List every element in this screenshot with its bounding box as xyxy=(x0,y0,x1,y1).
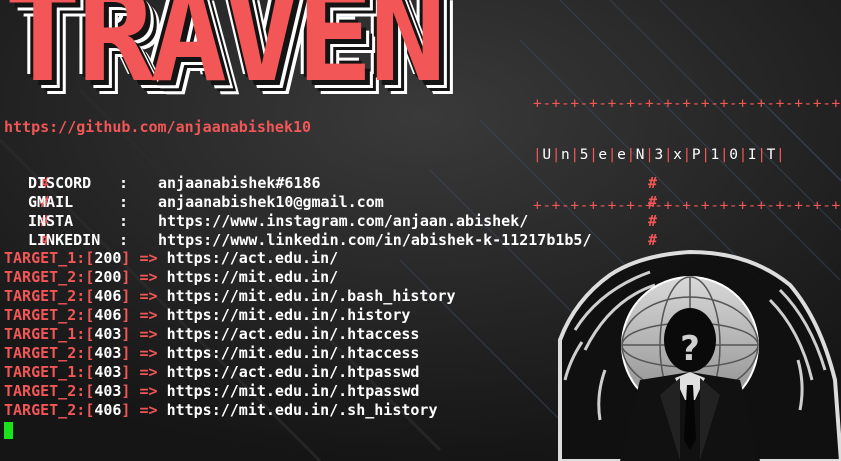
subtitle-text: |U|n|5|e|e|N|3|x|P|1|0|I|T| xyxy=(533,147,786,163)
ascii-banner: TRAVEN xyxy=(4,0,524,111)
subtitle-border-bottom: +-+-+-+-+-+-+-+-+-+-+-+-+-+-+-+-+-+ xyxy=(533,198,841,214)
result-line: TARGET_2:[406] => https://mit.edu.in/.sh… xyxy=(4,401,438,419)
result-line: TARGET_2:[403] => https://mit.edu.in/.ht… xyxy=(4,344,420,362)
subtitle-box: +-+-+-+-+-+-+-+-+-+-+-+-+-+-+-+-+-+ |U|n… xyxy=(533,62,841,249)
result-line: TARGET_2:[200] => https://mit.edu.in/ xyxy=(4,268,339,286)
terminal-cursor[interactable] xyxy=(4,422,13,439)
result-line: TARGET_2:[403] => https://mit.edu.in/.ht… xyxy=(4,382,420,400)
result-line: TARGET_1:[200] => https://act.edu.in/ xyxy=(4,249,339,267)
github-url: https://github.com/anjaanabishek10 xyxy=(4,118,312,136)
subtitle-border-top: +-+-+-+-+-+-+-+-+-+-+-+-+-+-+-+-+-+ xyxy=(533,96,841,112)
result-line: TARGET_1:[403] => https://act.edu.in/.ht… xyxy=(4,325,420,343)
result-line: TARGET_2:[406] => https://mit.edu.in/.ba… xyxy=(4,287,456,305)
terminal-window[interactable]: TRAVEN +-+-+-+-+-+-+-+-+-+-+-+-+-+-+-+-+… xyxy=(0,0,841,461)
result-line: TARGET_1:[403] => https://act.edu.in/.ht… xyxy=(4,363,420,381)
result-line: TARGET_2:[406] => https://mit.edu.in/.hi… xyxy=(4,306,411,324)
banner-title: TRAVEN xyxy=(4,0,446,111)
